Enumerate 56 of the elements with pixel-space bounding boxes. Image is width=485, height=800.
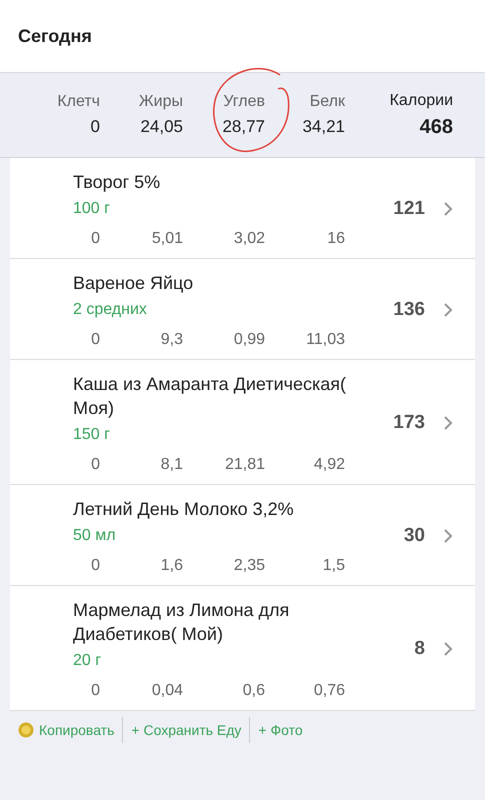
food-entry[interactable]: Летний День Молоко 3,2% 50 мл 0 1,6 2,35 1,5 30	[10, 485, 475, 586]
macro-value: 0	[90, 331, 100, 349]
column-total: 34,21	[301, 117, 345, 137]
food-calories: 173	[392, 412, 425, 434]
macro-value: 5,01	[150, 230, 183, 248]
chevron-icon	[443, 642, 453, 656]
food-name: Вареное Яйцо	[73, 272, 194, 295]
calories-total: 468	[418, 116, 453, 138]
column-label: Углев	[222, 93, 265, 111]
column-total: 0	[90, 117, 100, 137]
food-name: Каша из Амаранта Диетическая( Моя)	[73, 373, 348, 420]
chevron-icon	[443, 202, 453, 216]
food-calories: 8	[413, 638, 425, 660]
food-amount: 150 г	[73, 426, 111, 444]
column-total: 28,77	[221, 117, 265, 137]
food-entry[interactable]: Каша из Амаранта Диетическая( Моя) 150 г 0 8,1 21,81 4,92 173	[10, 360, 475, 485]
food-calories: 121	[392, 198, 425, 220]
chevron-icon	[443, 303, 453, 317]
macro-value: 8,1	[160, 456, 183, 474]
macro-value: 0	[90, 682, 100, 700]
food-name: Летний День Молоко 3,2%	[73, 498, 295, 521]
macro-value: 4,92	[312, 456, 345, 474]
macro-value: 1,5	[322, 557, 345, 575]
macro-value: 9,3	[160, 331, 183, 349]
page-title: Сегодня	[18, 26, 92, 46]
macro-value: 0,76	[312, 682, 345, 700]
food-amount: 50 мл	[73, 527, 117, 545]
macro-value: 21,81	[224, 456, 265, 474]
food-calories: 30	[402, 525, 425, 547]
column-total: 24,05	[139, 117, 183, 137]
food-name: Мармелад из Лимона для Диабетиков( Мой)	[73, 599, 290, 646]
macro-value: 3,02	[232, 230, 265, 248]
macro-value: 2,35	[232, 557, 265, 575]
coin-icon	[18, 722, 34, 738]
macro-value: 0	[90, 456, 100, 474]
macro-value: 16	[326, 230, 345, 248]
column-label: Белк	[308, 93, 345, 111]
macro-value: 0,04	[150, 682, 183, 700]
macro-value: 0,6	[242, 682, 265, 700]
food-amount: 20 г	[73, 652, 102, 670]
food-name: Творог 5%	[73, 171, 162, 194]
macro-value: 1,6	[160, 557, 183, 575]
column-label: Клетч	[56, 93, 100, 111]
chevron-icon	[443, 416, 453, 430]
chevron-icon	[443, 529, 453, 543]
macro-value: 11,03	[305, 331, 345, 349]
food-amount: 100 г	[73, 200, 111, 218]
macro-value: 0,99	[232, 331, 265, 349]
macro-value: 0	[90, 230, 100, 248]
column-label: Жиры	[138, 93, 183, 111]
food-calories: 136	[392, 299, 425, 321]
macro-value: 0	[90, 557, 100, 575]
calories-label: Калории	[388, 92, 453, 110]
food-entry[interactable]: Вареное Яйцо 2 средних 0 9,3 0,99 11,03 136	[10, 259, 475, 360]
food-amount: 2 средних	[73, 301, 148, 319]
food-entry[interactable]: Творог 5% 100 г 0 5,01 3,02 16 121	[10, 158, 475, 259]
